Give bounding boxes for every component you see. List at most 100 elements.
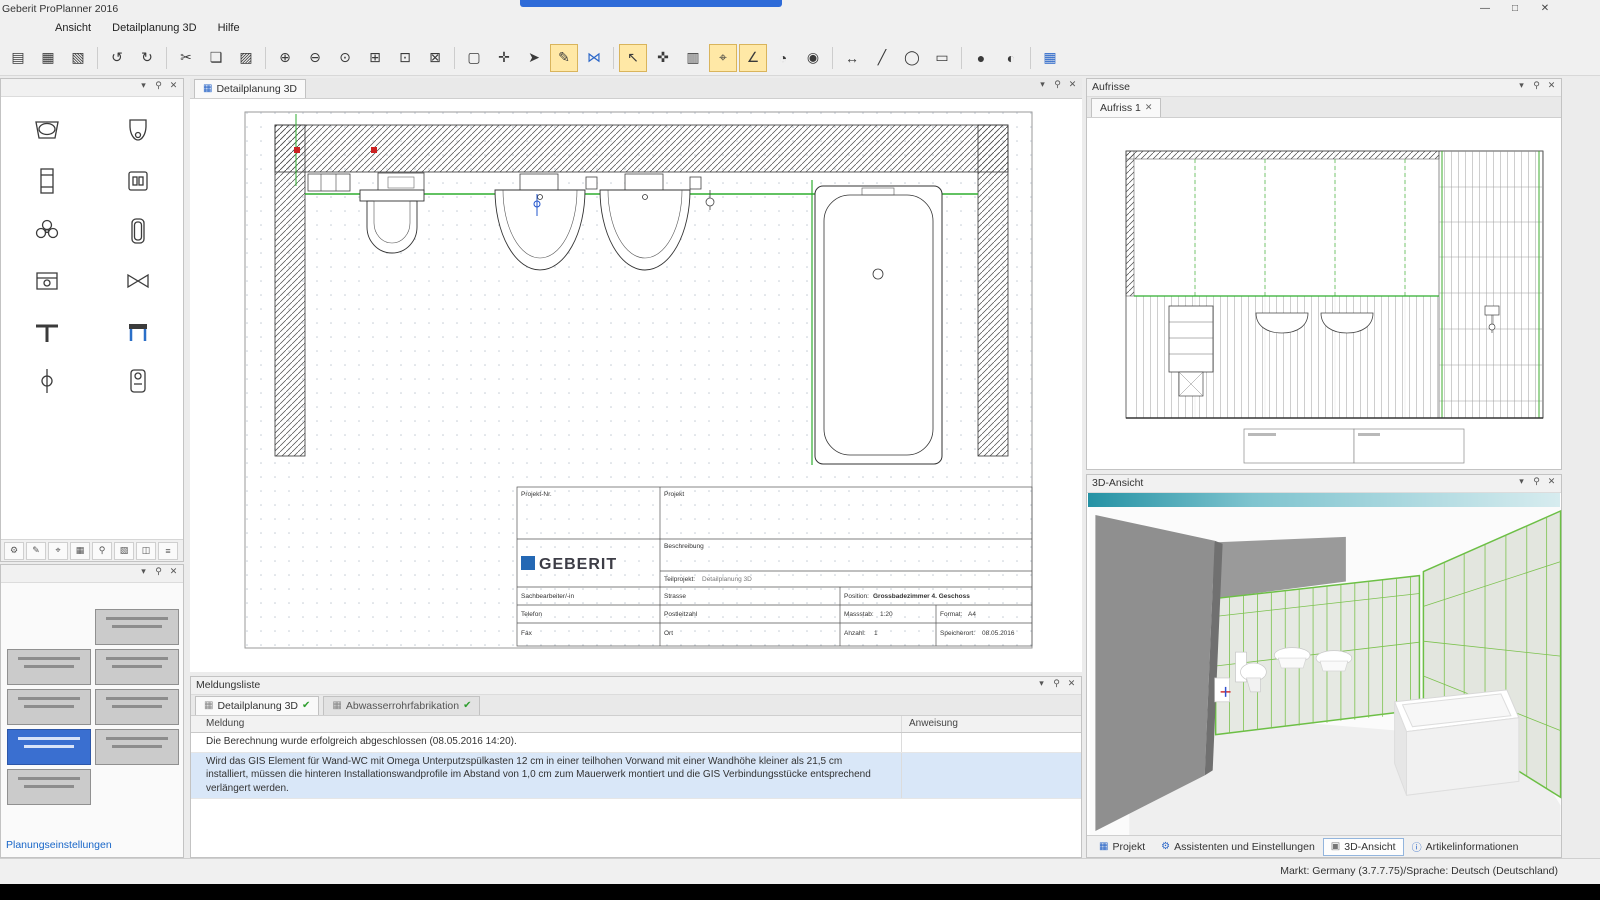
snap-point-button[interactable]: ◉	[799, 44, 827, 72]
tab-projekt[interactable]: ▦ Projekt	[1091, 838, 1153, 856]
select-region-button[interactable]: ▢	[460, 44, 488, 72]
chevron-down-icon[interactable]: ▾	[1514, 80, 1529, 91]
edit-button[interactable]: ✎	[550, 44, 578, 72]
draw-line-button[interactable]: ╱	[868, 44, 896, 72]
draw-rect-button[interactable]: ▭	[928, 44, 956, 72]
catalog-item-urinal[interactable]	[116, 113, 160, 149]
structure-block[interactable]	[7, 649, 91, 685]
floor-plan-canvas[interactable]: Projekt-Nr. Projekt Beschreibung Teilpro…	[190, 98, 1082, 672]
undo-button[interactable]: ↺	[103, 44, 131, 72]
save-button[interactable]: ▤	[4, 44, 32, 72]
structure-block[interactable]	[7, 689, 91, 725]
pin-icon[interactable]: ⚲	[1049, 678, 1064, 689]
column-anweisung[interactable]: Anweisung	[909, 718, 958, 729]
pin-icon[interactable]: ⚲	[151, 566, 166, 577]
copy-button[interactable]: ❏	[202, 44, 230, 72]
catalog-tool-button-5[interactable]: ⚲	[92, 542, 112, 560]
zoom-all-button[interactable]: ⊠	[421, 44, 449, 72]
close-icon[interactable]: ✕	[1544, 80, 1559, 91]
zoom-out-button[interactable]: ⊖	[301, 44, 329, 72]
planning-settings-link[interactable]: Planungseinstellungen	[6, 839, 112, 851]
tab-3d-ansicht[interactable]: ▣ 3D-Ansicht	[1323, 838, 1404, 856]
structure-block[interactable]	[95, 729, 179, 765]
column-meldung[interactable]: Meldung	[206, 718, 244, 729]
catalog-item-sink-unit[interactable]	[25, 263, 69, 299]
dim-horizontal-button[interactable]: ↔	[838, 44, 866, 72]
catalog-tool-button-3[interactable]: ⌖	[48, 542, 68, 560]
tab-aufriss-1[interactable]: Aufriss 1 ✕	[1091, 98, 1161, 117]
protractor-button[interactable]: ◔	[769, 44, 797, 72]
close-icon[interactable]: ✕	[166, 566, 181, 577]
menu-detailplanung-3d[interactable]: Detailplanung 3D	[103, 18, 205, 34]
dimension-button[interactable]: ∠	[739, 44, 767, 72]
structure-block[interactable]	[95, 689, 179, 725]
chevron-down-icon[interactable]: ▾	[1035, 79, 1050, 90]
chevron-down-icon[interactable]: ▾	[136, 80, 151, 91]
catalog-tool-button-1[interactable]: ⚙	[4, 542, 24, 560]
pointer-button[interactable]: ➤	[520, 44, 548, 72]
pin-icon[interactable]: ⚲	[151, 80, 166, 91]
report-button[interactable]: ▧	[64, 44, 92, 72]
menu-hilfe[interactable]: Hilfe	[209, 18, 249, 34]
catalog-item-support-stool[interactable]	[116, 313, 160, 349]
catalog-item-bathtub[interactable]	[116, 213, 160, 249]
catalog-tool-button-7[interactable]: ◫	[136, 542, 156, 560]
measure-button[interactable]: ⌖	[709, 44, 737, 72]
zoom-in-button[interactable]: ⊕	[271, 44, 299, 72]
viewport-button[interactable]: ▥	[679, 44, 707, 72]
chevron-down-icon[interactable]: ▾	[1514, 476, 1529, 487]
chevron-down-icon[interactable]: ▾	[136, 566, 151, 577]
tab-detailplanung-3d[interactable]: ▦ Detailplanung 3D	[194, 79, 306, 98]
parts-table-button[interactable]: ▦	[1036, 44, 1064, 72]
paste-button[interactable]: ▨	[232, 44, 260, 72]
tab-messages-detailplanung[interactable]: ▦ Detailplanung 3D ✔	[195, 696, 319, 715]
structure-block-selected[interactable]	[7, 729, 91, 765]
catalog-tool-button-6[interactable]: ▧	[114, 542, 134, 560]
close-icon[interactable]: ✕	[166, 80, 181, 91]
structure-block[interactable]	[95, 609, 179, 645]
cut-button[interactable]: ✂	[172, 44, 200, 72]
pan-button[interactable]: ✛	[490, 44, 518, 72]
close-button[interactable]: ✕	[1530, 0, 1560, 17]
redo-button[interactable]: ↻	[133, 44, 161, 72]
minimize-button[interactable]: —	[1470, 0, 1500, 17]
catalog-item-pipe-fitting[interactable]	[25, 313, 69, 349]
catalog-item-cistern[interactable]	[25, 163, 69, 199]
catalog-tool-button-8[interactable]: ≡	[158, 542, 178, 560]
pin-icon[interactable]: ⚲	[1050, 79, 1065, 90]
message-row-selected[interactable]: Wird das GIS Element für Wand-WC mit Ome…	[191, 753, 1081, 800]
close-icon[interactable]: ✕	[1544, 476, 1559, 487]
pin-icon[interactable]: ⚲	[1529, 476, 1544, 487]
pin-icon[interactable]: ⚲	[1529, 80, 1544, 91]
pipe-connect-button[interactable]: ⋈	[580, 44, 608, 72]
tab-artikelinformationen[interactable]: ⓘ Artikelinformationen	[1404, 836, 1527, 857]
structure-block[interactable]	[95, 649, 179, 685]
zoom-previous-button[interactable]: ⊙	[331, 44, 359, 72]
zoom-fit-button[interactable]: ⊡	[391, 44, 419, 72]
select-cursor-button[interactable]: ↖	[619, 44, 647, 72]
draw-ellipse-button[interactable]: ◯	[898, 44, 926, 72]
catalog-item-washbasin[interactable]	[25, 113, 69, 149]
close-icon[interactable]: ✕	[1145, 102, 1153, 117]
move-button[interactable]: ✜	[649, 44, 677, 72]
structure-block[interactable]	[7, 769, 91, 805]
message-row[interactable]: Die Berechnung wurde erfolgreich abgesch…	[191, 733, 1081, 753]
tab-assistenten-und-einstellungen[interactable]: ⚙ Assistenten und Einstellungen	[1153, 838, 1323, 856]
catalog-item-flush-plate[interactable]	[116, 163, 160, 199]
tab-messages-abwasserrohrfabrikation[interactable]: ▦ Abwasserrohrfabrikation ✔	[323, 696, 480, 715]
zoom-window-button[interactable]: ⊞	[361, 44, 389, 72]
catalog-item-stop-valve[interactable]	[25, 363, 69, 399]
catalog-tool-button-4[interactable]: ▦	[70, 542, 90, 560]
print-button[interactable]: ▦	[34, 44, 62, 72]
view3d-canvas[interactable]	[1088, 507, 1562, 837]
render-globe-button[interactable]: ◐	[997, 44, 1025, 72]
catalog-item-valve[interactable]	[116, 263, 160, 299]
bathtub-fixture[interactable]	[815, 186, 942, 464]
menu-ansicht[interactable]: Ansicht	[46, 18, 100, 34]
elevation-canvas[interactable]	[1087, 117, 1561, 471]
maximize-button[interactable]: □	[1500, 0, 1530, 17]
close-icon[interactable]: ✕	[1064, 678, 1079, 689]
chevron-down-icon[interactable]: ▾	[1034, 678, 1049, 689]
catalog-item-flush-device[interactable]	[116, 363, 160, 399]
catalog-tool-button-2[interactable]: ✎	[26, 542, 46, 560]
